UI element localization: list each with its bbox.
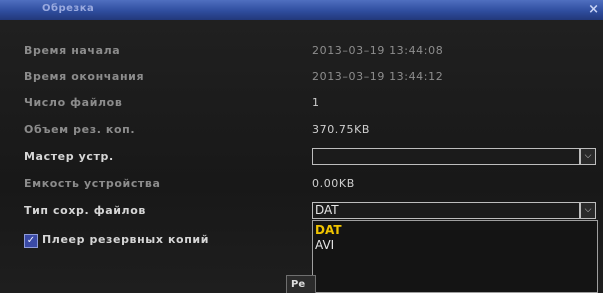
device-capacity-label: Емкость устройства	[24, 177, 161, 190]
backup-dialog: Обрезка × Время начала 2013–03–19 13:44:…	[0, 0, 603, 293]
close-icon[interactable]: ×	[588, 2, 599, 17]
backup-player-label: Плеер резервных копий	[42, 233, 210, 246]
start-time-label: Время начала	[24, 44, 121, 57]
file-count-value: 1	[312, 96, 320, 109]
file-count-label: Число файлов	[24, 96, 123, 109]
backup-player-checkbox[interactable]: ✓	[24, 234, 38, 248]
checkmark-icon: ✓	[26, 235, 36, 246]
start-time-value: 2013–03–19 13:44:08	[312, 44, 444, 57]
device-master-label: Мастер устр.	[24, 150, 114, 163]
file-type-dropdown-list[interactable]: DAT AVI	[312, 220, 598, 293]
device-capacity-value: 0.00KB	[312, 177, 355, 190]
end-time-value: 2013–03–19 13:44:12	[312, 70, 444, 83]
file-type-label: Тип сохр. файлов	[24, 204, 146, 217]
backup-size-label: Объем рез. коп.	[24, 123, 136, 136]
title-bar[interactable]: Обрезка ×	[0, 0, 603, 20]
option-avi[interactable]: AVI	[315, 238, 334, 252]
file-type-select[interactable]: DAT	[312, 202, 580, 219]
end-time-label: Время окончания	[24, 70, 145, 83]
backup-size-value: 370.75KB	[312, 123, 371, 136]
dialog-title: Обрезка	[42, 3, 95, 14]
device-master-select[interactable]	[312, 148, 580, 165]
chevron-down-icon[interactable]: ⌵	[580, 148, 596, 165]
backup-button[interactable]: Ре	[286, 275, 316, 293]
file-type-value: DAT	[315, 203, 339, 217]
chevron-down-icon[interactable]: ⌵	[580, 202, 596, 219]
option-dat[interactable]: DAT	[315, 223, 342, 237]
